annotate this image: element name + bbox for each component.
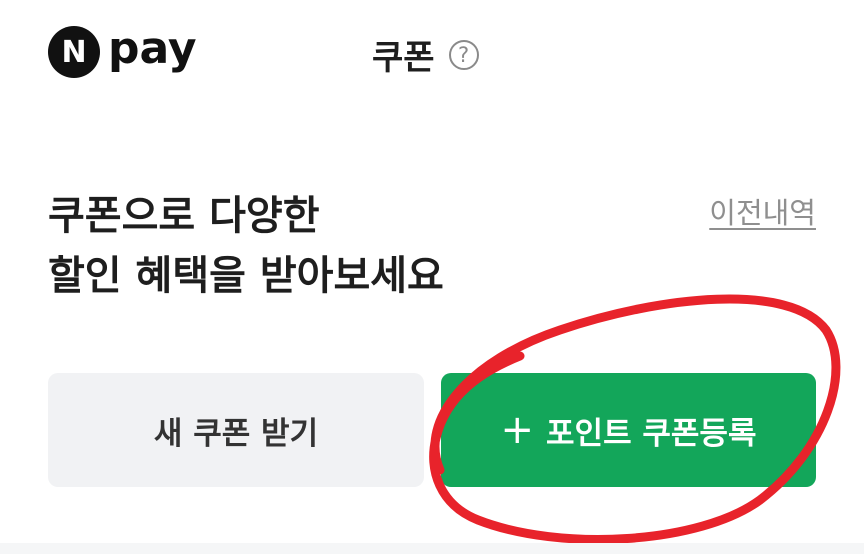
bottom-divider (0, 543, 864, 554)
plus-icon: + (500, 407, 535, 453)
register-point-coupon-button[interactable]: + 포인트 쿠폰등록 (441, 373, 816, 487)
title-wrap: 쿠폰 ? (372, 30, 479, 79)
receive-coupon-button[interactable]: 새 쿠폰 받기 (48, 373, 424, 487)
npay-logo[interactable]: N pay (48, 26, 197, 78)
headline-line-2: 할인 혜택을 받아보세요 (48, 253, 444, 299)
npay-logo-text: pay (108, 23, 197, 74)
header: N pay 쿠폰 ? (0, 0, 864, 110)
register-point-coupon-label: 포인트 쿠폰등록 (546, 415, 757, 452)
question-circle-icon[interactable]: ? (448, 39, 479, 70)
npay-logo-badge: N (48, 26, 100, 78)
history-link[interactable]: 이전내역 (709, 190, 816, 232)
page-title: 쿠폰 (372, 38, 435, 78)
headline: 쿠폰으로 다양한 할인 혜택을 받아보세요 (48, 186, 444, 306)
headline-line-1: 쿠폰으로 다양한 (48, 193, 320, 239)
